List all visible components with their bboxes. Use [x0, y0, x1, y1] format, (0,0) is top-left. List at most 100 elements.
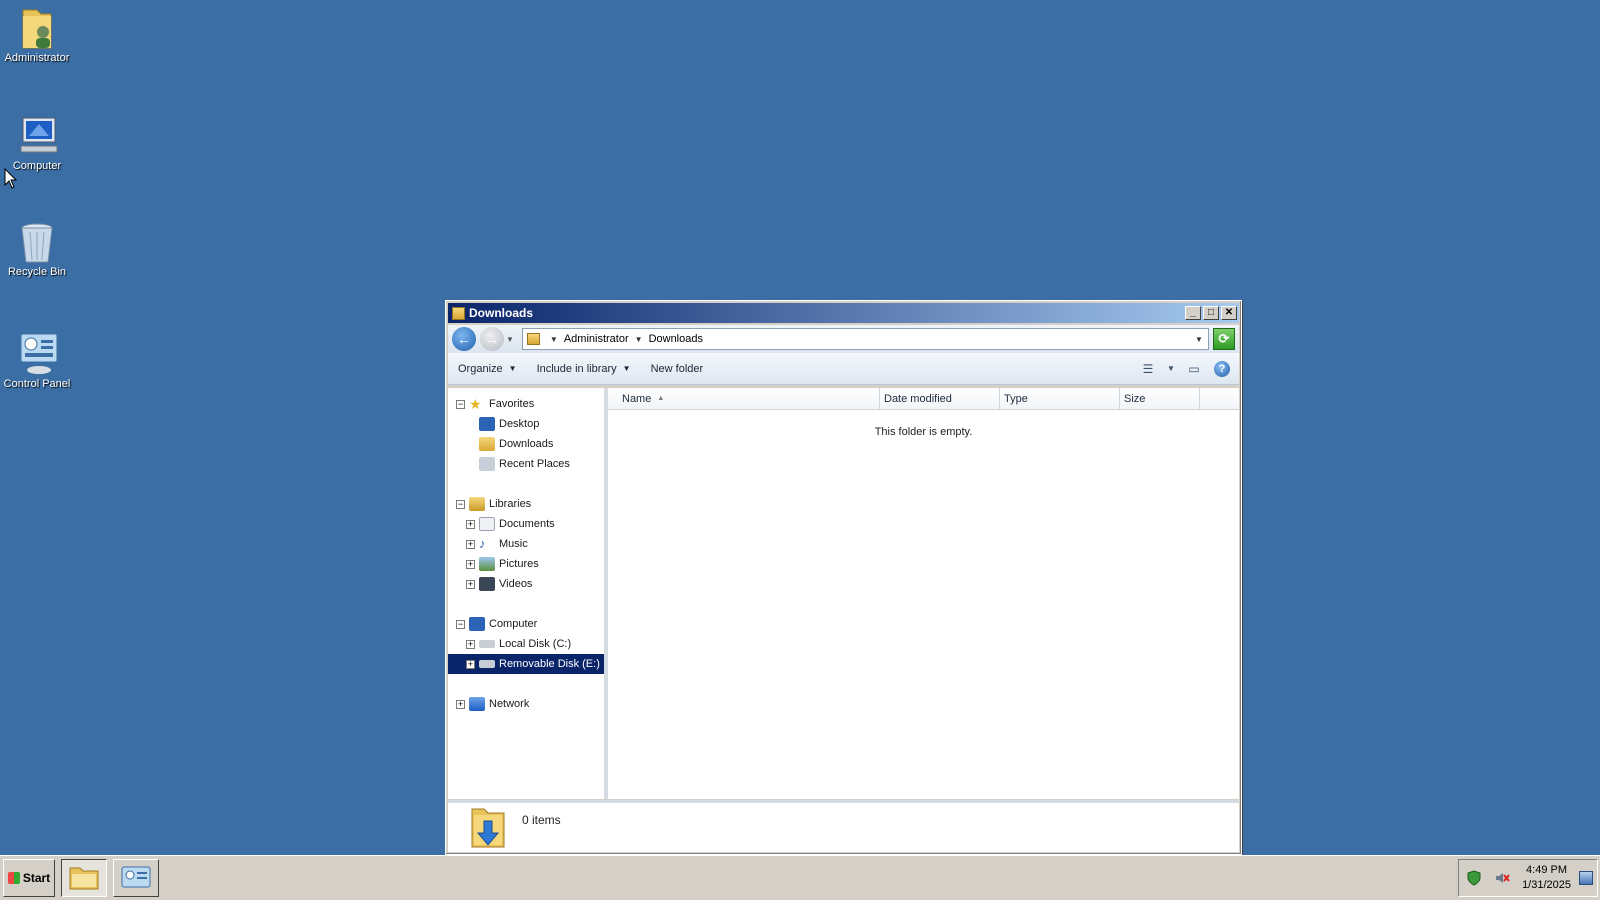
clock[interactable]: 4:49 PM 1/31/2025	[1522, 863, 1571, 893]
navigation-pane: − ★ Favorites Desktop Downloads Recent P…	[448, 388, 608, 799]
tree-computer[interactable]: − Computer	[448, 614, 604, 634]
help-button[interactable]: ?	[1211, 358, 1233, 380]
tree-item-music[interactable]: + ♪ Music	[448, 534, 604, 554]
folder-icon	[452, 306, 465, 320]
libraries-icon	[469, 497, 485, 511]
tree-item-downloads[interactable]: Downloads	[448, 434, 604, 454]
back-button[interactable]: ←	[452, 327, 476, 351]
address-box[interactable]: ▼ Administrator ▼ Downloads ▼	[521, 328, 1209, 350]
empty-folder-message: This folder is empty.	[874, 426, 973, 438]
windows-logo-icon	[7, 872, 20, 884]
tree-label: Desktop	[499, 418, 540, 430]
tree-item-documents[interactable]: + Documents	[448, 514, 604, 534]
address-bar: ← → ▼ ▼ Administrator ▼ Downloads ▼ ⟳	[448, 325, 1239, 353]
folder-icon	[526, 333, 540, 345]
downloads-folder-icon	[479, 437, 495, 451]
preview-pane-icon[interactable]: ▭	[1183, 358, 1205, 380]
security-shield-icon[interactable]	[1466, 870, 1482, 886]
tree-label: Network	[489, 698, 530, 710]
column-label: Type	[1004, 392, 1028, 405]
expand-icon[interactable]: +	[466, 539, 475, 549]
minimize-button[interactable]: _	[1185, 306, 1201, 320]
star-icon: ★	[469, 396, 482, 412]
expand-icon[interactable]: +	[466, 559, 475, 569]
organize-menu[interactable]: Organize ▼	[448, 363, 527, 375]
videos-icon	[479, 577, 495, 591]
sort-ascending-icon: ▲	[657, 395, 665, 402]
title-bar[interactable]: Downloads _ □ ✕	[448, 303, 1239, 323]
file-list[interactable]: Name ▲ Date modified Type Size This fold…	[608, 388, 1239, 799]
help-icon: ?	[1214, 360, 1230, 377]
tree-label: Pictures	[499, 558, 539, 570]
organize-label: Organize	[458, 362, 503, 375]
close-button[interactable]: ✕	[1221, 306, 1237, 320]
maximize-button[interactable]: □	[1203, 306, 1219, 320]
desktop-icon-computer[interactable]: Computer	[0, 114, 74, 172]
refresh-button[interactable]: ⟳	[1213, 328, 1235, 350]
new-folder-button[interactable]: New folder	[641, 363, 714, 375]
computer-icon	[17, 114, 58, 158]
tree-label: Favorites	[489, 398, 535, 410]
tree-libraries[interactable]: − Libraries	[448, 494, 604, 514]
desktop-icon-label: Administrator	[4, 52, 70, 64]
column-header-name[interactable]: Name ▲	[608, 388, 880, 409]
start-button[interactable]: Start	[3, 859, 55, 897]
start-label: Start	[22, 871, 51, 885]
chevron-down-icon: ▼	[508, 364, 517, 373]
expand-icon[interactable]: +	[466, 639, 475, 649]
tree-favorites[interactable]: − ★ Favorites	[448, 394, 604, 414]
taskbar-explorer-button[interactable]	[61, 859, 107, 897]
breadcrumb-chevron-icon[interactable]: ▼	[635, 335, 643, 344]
recent-places-icon	[479, 457, 495, 471]
clock-time: 4:49 PM	[1526, 864, 1568, 876]
view-options-icon[interactable]: ☰	[1137, 358, 1159, 380]
tree-item-removable-disk-e[interactable]: + Removable Disk (E:)	[448, 654, 604, 674]
taskbar-control-panel-button[interactable]	[113, 859, 159, 897]
tree-label: Videos	[499, 578, 533, 590]
volume-muted-icon[interactable]	[1494, 870, 1510, 886]
control-panel-icon	[17, 332, 58, 376]
recent-pages-dropdown[interactable]: ▼	[506, 335, 514, 344]
desktop-icon	[479, 417, 495, 431]
show-desktop-icon[interactable]	[1579, 871, 1593, 885]
tree-item-recent-places[interactable]: Recent Places	[448, 454, 604, 474]
forward-button[interactable]: →	[480, 327, 504, 351]
removable-drive-icon	[479, 660, 495, 668]
chevron-down-icon[interactable]: ▼	[1165, 358, 1177, 380]
desktop-icon-control-panel[interactable]: Control Panel	[0, 332, 74, 390]
clock-date: 1/31/2025	[1522, 879, 1571, 891]
mouse-cursor-icon	[4, 168, 18, 189]
include-in-library-label: Include in library	[536, 362, 617, 375]
breadcrumb-administrator[interactable]: Administrator	[564, 333, 629, 345]
collapse-icon[interactable]: −	[456, 619, 465, 629]
column-header-date-modified[interactable]: Date modified	[880, 388, 1000, 409]
expand-icon[interactable]: +	[456, 699, 465, 709]
expand-icon[interactable]: +	[466, 579, 475, 589]
tree-item-local-disk-c[interactable]: + Local Disk (C:)	[448, 634, 604, 654]
column-header-size[interactable]: Size	[1120, 388, 1200, 409]
tree-item-desktop[interactable]: Desktop	[448, 414, 604, 434]
column-header-type[interactable]: Type	[1000, 388, 1120, 409]
breadcrumb-downloads[interactable]: Downloads	[649, 333, 703, 345]
expand-icon[interactable]: +	[466, 519, 475, 529]
address-history-dropdown[interactable]: ▼	[1190, 335, 1208, 344]
tree-item-videos[interactable]: + Videos	[448, 574, 604, 594]
collapse-icon[interactable]: −	[456, 399, 465, 409]
explorer-window: Downloads _ □ ✕ ← → ▼ ▼ Administrator ▼ …	[445, 300, 1242, 855]
tree-label: Computer	[489, 618, 538, 630]
tree-label: Removable Disk (E:)	[499, 658, 600, 670]
expand-icon[interactable]: +	[466, 659, 475, 669]
network-icon	[469, 697, 485, 711]
tree-network[interactable]: + Network	[448, 694, 604, 714]
column-headers: Name ▲ Date modified Type Size	[608, 388, 1239, 410]
details-pane: 0 items	[448, 800, 1239, 852]
tree-item-pictures[interactable]: + Pictures	[448, 554, 604, 574]
breadcrumb-chevron-icon[interactable]: ▼	[550, 335, 558, 344]
include-in-library-menu[interactable]: Include in library ▼	[527, 363, 641, 375]
desktop-icon-recycle-bin[interactable]: Recycle Bin	[0, 220, 74, 278]
desktop-icon-administrator[interactable]: Administrator	[0, 6, 74, 64]
pictures-icon	[479, 557, 495, 571]
tree-label: Recent Places	[499, 458, 570, 470]
file-explorer-icon	[69, 867, 99, 890]
collapse-icon[interactable]: −	[456, 499, 465, 509]
